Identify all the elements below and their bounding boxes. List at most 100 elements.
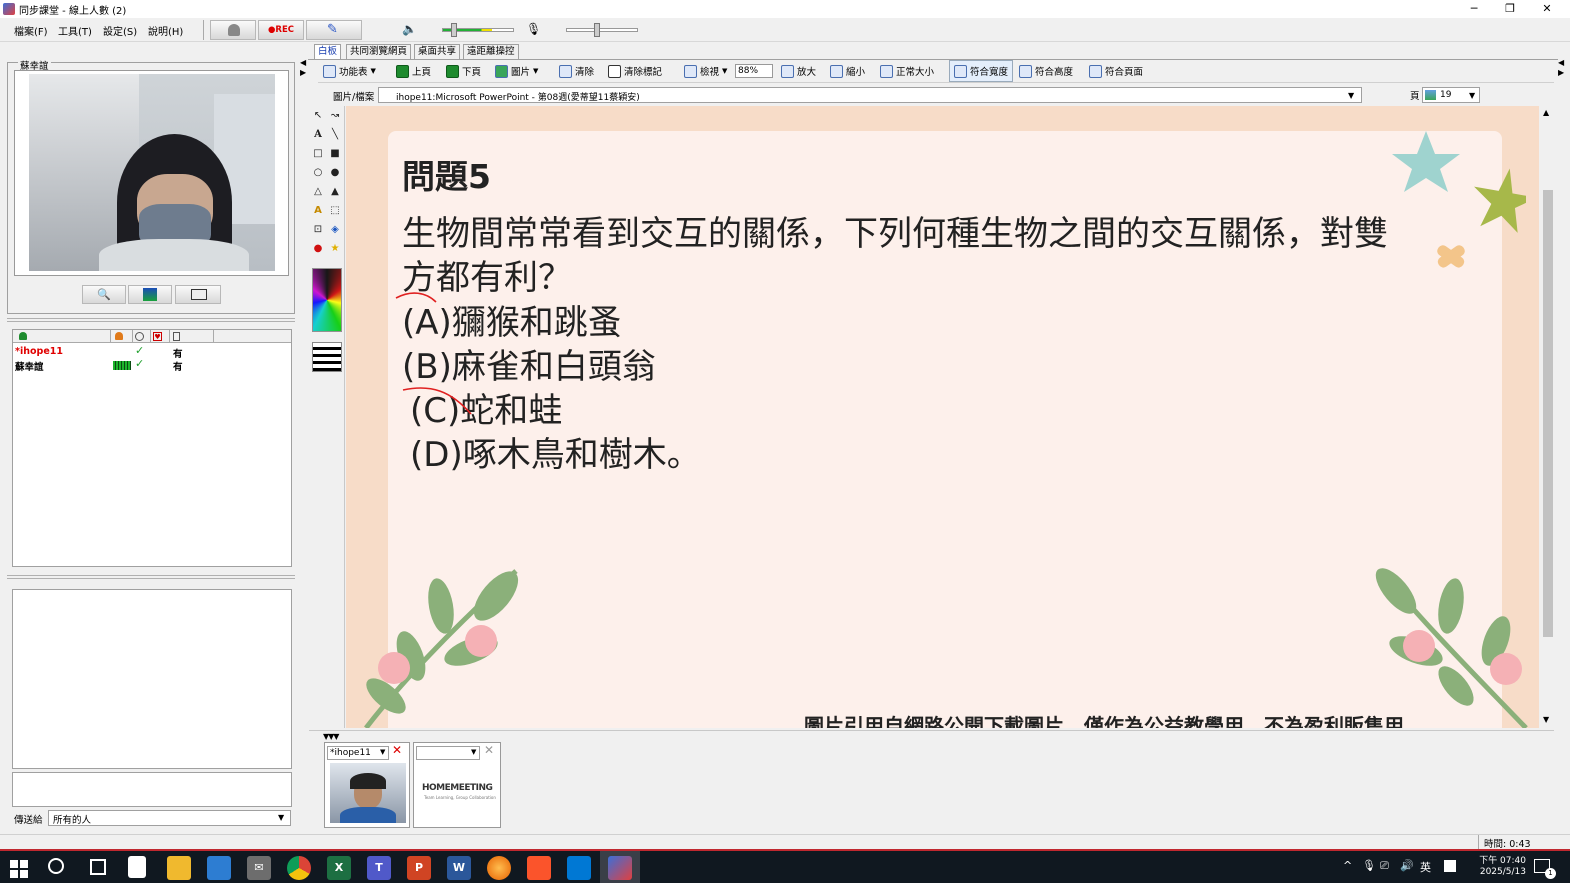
volume-tray-icon[interactable]: 🔊 bbox=[1400, 859, 1414, 872]
sync-classroom-icon[interactable] bbox=[608, 856, 632, 880]
clear-marks-button[interactable]: 清除標記 bbox=[608, 64, 662, 78]
microphone-icon[interactable]: 🎙 bbox=[526, 22, 541, 36]
microphone-tray-icon[interactable]: 🎙 bbox=[1362, 859, 1376, 872]
select-area-icon[interactable]: ⬚ bbox=[327, 203, 343, 219]
fit-width-button[interactable]: 符合寬度 bbox=[949, 60, 1014, 82]
file-explorer-icon[interactable] bbox=[167, 856, 191, 880]
vscode-icon[interactable] bbox=[567, 856, 591, 880]
zoom-in-button[interactable]: 放大 bbox=[781, 64, 816, 78]
tab-whiteboard[interactable]: 白板 bbox=[314, 44, 342, 59]
prev-page-button[interactable]: 上頁 bbox=[396, 64, 431, 78]
filled-ellipse-icon[interactable]: ● bbox=[327, 165, 343, 181]
view-button[interactable]: 檢視 ▼ bbox=[684, 64, 727, 78]
clock-time[interactable]: 下午 07:40 bbox=[1466, 853, 1526, 866]
zoom-input[interactable]: 88% bbox=[735, 64, 773, 78]
chevron-up-icon[interactable]: ^ bbox=[1343, 859, 1352, 872]
minimize-button[interactable]: ─ bbox=[1456, 0, 1492, 18]
close-button[interactable]: ✕ bbox=[1529, 0, 1565, 18]
menu-settings[interactable]: 設定(S) bbox=[103, 23, 137, 38]
user-row-has: 有 bbox=[173, 349, 183, 360]
pointer-icon[interactable]: ↖ bbox=[310, 108, 326, 124]
thumbnail-user-select[interactable]: *ihope11 ▼ bbox=[327, 746, 389, 760]
page-select[interactable]: 19 ▼ bbox=[1422, 87, 1480, 103]
mic-slider[interactable] bbox=[566, 28, 638, 32]
ime-indicator[interactable]: 英 bbox=[1420, 859, 1431, 875]
volume-slider-thumb[interactable] bbox=[451, 23, 457, 37]
ime-pad-icon[interactable] bbox=[1444, 860, 1456, 872]
clock-date[interactable]: 2025/5/13 bbox=[1466, 867, 1526, 877]
tab-remote-control[interactable]: 遠距離操控 bbox=[463, 44, 519, 59]
notepad-icon[interactable] bbox=[128, 856, 146, 878]
scroll-up-icon[interactable]: ▲ bbox=[1543, 108, 1549, 117]
lasso-icon[interactable]: ↝ bbox=[327, 108, 343, 124]
color-palette[interactable] bbox=[312, 268, 342, 332]
restore-button[interactable]: ❐ bbox=[1492, 0, 1528, 18]
teams-icon[interactable]: T bbox=[367, 856, 391, 880]
zoom-user-button[interactable]: 🔍 bbox=[82, 285, 126, 304]
task-view-icon[interactable] bbox=[90, 859, 106, 875]
next-page-button[interactable]: 下頁 bbox=[446, 64, 481, 78]
hand-raise-button[interactable] bbox=[210, 20, 256, 40]
line-icon[interactable]: ╲ bbox=[327, 127, 343, 143]
chat-input[interactable] bbox=[12, 772, 292, 807]
store-icon[interactable] bbox=[207, 856, 231, 880]
image-button[interactable]: 圖片 ▼ bbox=[495, 64, 538, 78]
user-row[interactable]: 蘇幸誼 ✓ 有 bbox=[15, 357, 291, 373]
eraser-icon[interactable]: ◈ bbox=[327, 222, 343, 238]
tab-desktop-share[interactable]: 桌面共享 bbox=[414, 44, 461, 59]
user-row[interactable]: *ihope11 ✓ 有 bbox=[15, 344, 291, 360]
apple-icon[interactable]: ● bbox=[310, 241, 326, 257]
stamp-icon[interactable]: ⊡ bbox=[310, 222, 326, 238]
tab-cobrowse[interactable]: 共同瀏覽網頁 bbox=[346, 44, 412, 59]
chat-history[interactable] bbox=[12, 589, 292, 769]
filled-rectangle-icon[interactable]: ■ bbox=[327, 146, 343, 162]
chrome-icon[interactable] bbox=[287, 856, 311, 880]
whiteboard-slide[interactable]: 問題5 生物間常常看到交互的關係，下列何種生物之間的交互關係，對雙 方都有利？ … bbox=[346, 106, 1539, 728]
fit-page-button[interactable]: 符合頁面 bbox=[1089, 64, 1143, 78]
polygon-icon[interactable]: △ bbox=[310, 184, 326, 200]
menu-button[interactable]: 功能表 ▼ bbox=[323, 64, 376, 78]
menu-file[interactable]: 檔案(F) bbox=[14, 23, 48, 38]
network-button[interactable] bbox=[128, 285, 172, 304]
collapse-thumbnails-icon[interactable]: ▼▼▼ bbox=[323, 732, 340, 741]
word-icon[interactable]: W bbox=[447, 856, 471, 880]
text-tool-icon[interactable]: A bbox=[310, 127, 326, 143]
close-icon[interactable]: ✕ bbox=[484, 743, 494, 757]
brave-icon[interactable] bbox=[527, 856, 551, 880]
highlight-text-icon[interactable]: A bbox=[310, 203, 326, 219]
zoom-out-button[interactable]: 縮小 bbox=[830, 64, 865, 78]
collapse-left-arrow[interactable]: ◀ ▶ bbox=[300, 58, 307, 88]
mail-icon[interactable]: ✉ bbox=[247, 856, 271, 880]
thumbnail-user[interactable]: *ihope11 ▼ ✕ bbox=[324, 742, 410, 828]
wrench-button[interactable]: ✎ bbox=[306, 20, 362, 40]
excel-icon[interactable]: X bbox=[327, 856, 351, 880]
powerpoint-icon[interactable]: P bbox=[407, 856, 431, 880]
ellipse-icon[interactable]: ○ bbox=[310, 165, 326, 181]
send-to-select[interactable]: 所有的人 ▼ bbox=[48, 810, 291, 826]
thumbnail-empty[interactable]: ▼ ✕ HOMEMEETING Team Learning, Group Col… bbox=[413, 742, 501, 828]
star-icon[interactable]: ★ bbox=[327, 241, 343, 257]
menu-help[interactable]: 說明(H) bbox=[148, 23, 183, 38]
vertical-scrollbar[interactable]: ▲ ▼ bbox=[1540, 106, 1555, 728]
rec-button[interactable]: ●REC bbox=[258, 20, 304, 40]
menu-tools[interactable]: 工具(T) bbox=[58, 23, 92, 38]
clear-button[interactable]: 清除 bbox=[559, 64, 594, 78]
scroll-down-icon[interactable]: ▼ bbox=[1543, 715, 1549, 724]
normal-size-button[interactable]: 正常大小 bbox=[880, 64, 934, 78]
rectangle-icon[interactable]: □ bbox=[310, 146, 326, 162]
filled-polygon-icon[interactable]: ▲ bbox=[327, 184, 343, 200]
windows-start-icon[interactable] bbox=[10, 860, 28, 878]
speaker-icon[interactable]: 🔈 bbox=[402, 22, 417, 36]
fit-height-button[interactable]: 符合高度 bbox=[1019, 64, 1073, 78]
thumbnail-empty-select[interactable]: ▼ bbox=[416, 746, 480, 760]
line-width-palette[interactable] bbox=[312, 342, 342, 372]
camera-button[interactable] bbox=[175, 285, 221, 304]
mic-slider-thumb[interactable] bbox=[594, 23, 600, 37]
file-select[interactable]: ihope11:Microsoft PowerPoint - 第08週(愛蒂望1… bbox=[378, 87, 1362, 103]
collapse-right-arrow[interactable]: ◀ ▶ bbox=[1558, 58, 1566, 88]
search-icon[interactable] bbox=[48, 858, 64, 874]
network-tray-icon[interactable]: ⎚ bbox=[1380, 859, 1389, 873]
close-icon[interactable]: ✕ bbox=[392, 743, 402, 757]
scrollbar-thumb[interactable] bbox=[1543, 190, 1553, 637]
firefox-icon[interactable] bbox=[487, 856, 511, 880]
